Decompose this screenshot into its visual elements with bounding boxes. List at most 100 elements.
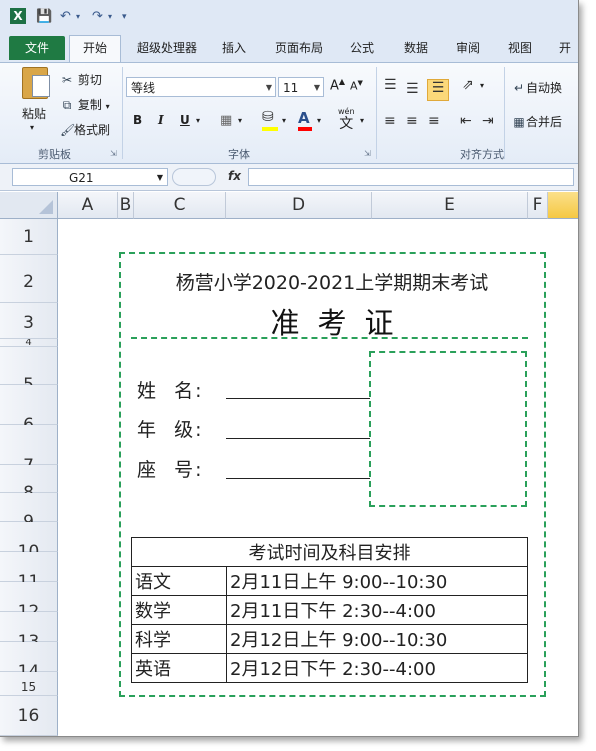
row-header-2[interactable]: 2 — [0, 255, 58, 303]
subject-cell[interactable]: 语文 — [131, 566, 227, 596]
font-group-label: 字体 — [228, 148, 250, 161]
cut-button[interactable]: ✂ 剪切 — [60, 71, 102, 88]
schedule-header[interactable]: 考试时间及科目安排 — [131, 537, 528, 567]
save-icon[interactable]: 💾 — [36, 9, 52, 25]
bold-button[interactable]: B — [133, 113, 142, 127]
subject-cell[interactable]: 数学 — [131, 595, 227, 625]
tab-data[interactable]: 数据 — [394, 36, 438, 60]
insert-function-icon[interactable]: fx — [228, 169, 241, 183]
row-header-14[interactable]: 14 — [0, 642, 58, 682]
paste-icon[interactable] — [14, 67, 54, 105]
clipboard-launcher-icon[interactable]: ⇲ — [110, 149, 117, 158]
paste-dropdown-icon[interactable]: ▾ — [30, 123, 34, 132]
row-header-3[interactable]: 3 — [0, 303, 58, 339]
name-box[interactable]: G21 ▼ — [12, 168, 168, 186]
school-exam-title[interactable]: 杨营小学2020-2021上学期期末考试 — [120, 268, 544, 295]
tab-super-processor[interactable]: 超级处理器 — [130, 36, 204, 60]
align-center-icon[interactable]: ≡ — [406, 113, 418, 129]
align-right-icon[interactable]: ≡ — [428, 113, 440, 129]
photo-box[interactable] — [369, 351, 527, 507]
borders-icon[interactable]: ▦ — [220, 113, 232, 128]
grow-font-button[interactable]: A▲ — [330, 77, 345, 93]
phonetic-dropdown-icon[interactable]: ▾ — [360, 116, 364, 125]
paste-button[interactable]: 粘贴 — [22, 105, 46, 122]
borders-dropdown-icon[interactable]: ▾ — [238, 116, 242, 125]
align-left-icon[interactable]: ≡ — [384, 113, 396, 129]
subject-cell[interactable]: 科学 — [131, 624, 227, 654]
font-launcher-icon[interactable]: ⇲ — [364, 149, 371, 158]
redo-dropdown-icon[interactable]: ▾ — [108, 9, 112, 25]
row-header-12[interactable]: 12 — [0, 582, 58, 622]
tab-review[interactable]: 审阅 — [446, 36, 490, 60]
column-header-c[interactable]: C — [134, 192, 226, 219]
orientation-dropdown-icon[interactable]: ▾ — [480, 81, 484, 90]
column-header-g[interactable] — [548, 192, 578, 219]
row-header-15[interactable]: 15 — [0, 672, 58, 696]
undo-dropdown-icon[interactable]: ▾ — [76, 9, 80, 25]
row-header-16[interactable]: 16 — [0, 696, 58, 736]
row-header-6[interactable]: 6 — [0, 385, 58, 435]
select-all-corner[interactable] — [0, 192, 58, 219]
redo-icon[interactable]: ↷ — [92, 9, 103, 25]
column-header-a[interactable]: A — [58, 192, 118, 219]
font-size-select[interactable]: 11 ▼ — [278, 77, 324, 97]
align-bottom-icon[interactable]: ☰ — [427, 79, 449, 101]
time-cell[interactable]: 2月12日下午 2:30--4:00 — [226, 653, 528, 683]
tab-insert[interactable]: 插入 — [212, 36, 256, 60]
paint-bucket-icon: ⛁ — [262, 109, 274, 125]
underline-dropdown-icon[interactable]: ▾ — [196, 116, 200, 125]
row-header-13[interactable]: 13 — [0, 612, 58, 652]
formula-input[interactable] — [248, 168, 574, 186]
font-color-button[interactable]: A — [298, 109, 312, 131]
tab-formulas[interactable]: 公式 — [340, 36, 384, 60]
row-header-10[interactable]: 10 — [0, 522, 58, 562]
seat-label[interactable]: 座 号: — [137, 455, 203, 482]
align-top-icon[interactable]: ☰ — [384, 77, 397, 93]
row-header-11[interactable]: 11 — [0, 552, 58, 592]
tab-view[interactable]: 视图 — [498, 36, 542, 60]
shrink-font-button[interactable]: A▼ — [350, 79, 363, 93]
merge-center-button[interactable]: ▦合并后 — [512, 113, 562, 130]
tab-home[interactable]: 开始 — [69, 35, 121, 63]
row-header-4[interactable]: 4 — [0, 339, 58, 347]
tab-developer[interactable]: 开 — [552, 36, 578, 60]
undo-icon[interactable]: ↶ — [60, 9, 71, 25]
row-header-5[interactable]: 5 — [0, 347, 58, 395]
phonetic-guide-button[interactable]: wén 文 — [338, 107, 355, 131]
align-middle-icon[interactable]: ☰ — [406, 81, 419, 97]
underline-button[interactable]: U — [180, 113, 190, 127]
wrap-text-button[interactable]: ↵ 自动换 — [512, 79, 562, 96]
subject-cell[interactable]: 英语 — [131, 653, 227, 683]
increase-indent-icon[interactable]: ⇥ — [482, 113, 494, 129]
row-header-7[interactable]: 7 — [0, 425, 58, 476]
tab-file[interactable]: 文件 — [9, 36, 65, 60]
font-name-value: 等线 — [131, 81, 156, 95]
time-cell[interactable]: 2月11日上午 9:00--10:30 — [226, 566, 528, 596]
formula-expand-handle[interactable] — [172, 168, 216, 186]
customize-qat-icon[interactable]: ▾ — [122, 9, 127, 25]
tab-page-layout[interactable]: 页面布局 — [268, 36, 330, 60]
grade-label[interactable]: 年 级: — [137, 415, 203, 442]
fill-color-dropdown-icon[interactable]: ▾ — [282, 116, 286, 125]
column-header-f[interactable]: F — [528, 192, 548, 219]
admission-ticket-title[interactable]: 准考证 — [120, 300, 544, 342]
row-header-9[interactable]: 9 — [0, 493, 58, 532]
row-header-8[interactable]: 8 — [0, 465, 58, 503]
copy-button[interactable]: ⧉ 复制 ▾ — [60, 96, 110, 113]
name-label[interactable]: 姓 名: — [137, 376, 203, 403]
fill-color-button[interactable]: ⛁ — [262, 109, 278, 131]
decrease-indent-icon[interactable]: ⇤ — [460, 113, 472, 129]
format-painter-button[interactable]: 🖌格式刷 — [60, 121, 110, 138]
orientation-icon[interactable]: ⇗ — [462, 77, 474, 93]
time-cell[interactable]: 2月12日上午 9:00--10:30 — [226, 624, 528, 654]
column-header-d[interactable]: D — [226, 192, 372, 219]
column-header-b[interactable]: B — [118, 192, 134, 219]
font-color-dropdown-icon[interactable]: ▾ — [317, 116, 321, 125]
font-name-select[interactable]: 等线 ▼ — [126, 77, 276, 97]
clipboard-group-label: 剪贴板 — [38, 148, 71, 161]
italic-button[interactable]: I — [158, 113, 164, 127]
row-header-1[interactable]: 1 — [0, 219, 58, 255]
table-row: 科学 2月12日上午 9:00--10:30 — [131, 624, 528, 654]
column-header-e[interactable]: E — [372, 192, 528, 219]
time-cell[interactable]: 2月11日下午 2:30--4:00 — [226, 595, 528, 625]
